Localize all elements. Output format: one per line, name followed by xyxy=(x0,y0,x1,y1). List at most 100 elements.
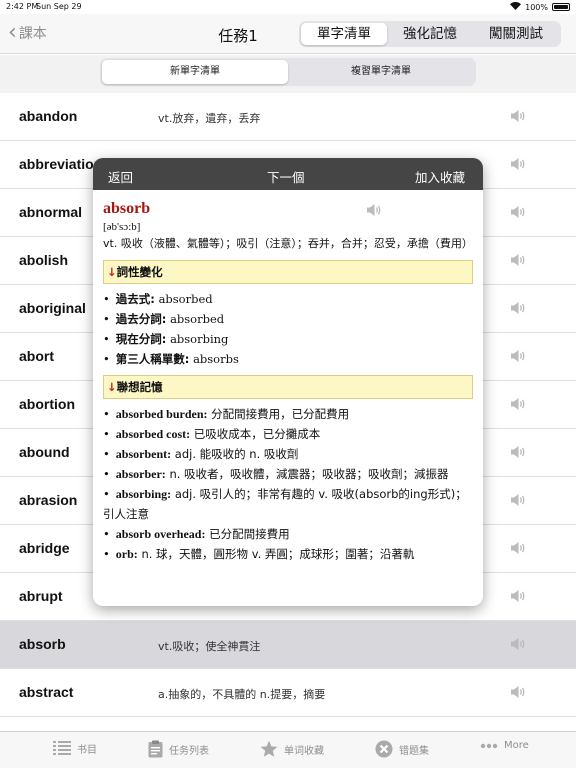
association-item: absorbed burden: 分配間接費用，已分配費用 xyxy=(103,404,473,424)
subtab-bar: 新單字清單 複習單字清單 xyxy=(0,55,576,93)
status-bar: 2:42 PM Sun Sep 29 100% xyxy=(0,0,576,14)
section-title: 聯想記憶 xyxy=(116,380,163,394)
association-term: absorbent: xyxy=(115,447,172,461)
wifi-icon xyxy=(510,2,522,12)
section-header-word-forms: ↓詞性變化 xyxy=(103,260,473,284)
association-term: absorber: xyxy=(115,467,166,481)
segment-new-words[interactable]: 新單字清單 xyxy=(102,60,288,84)
form-value: absorbs xyxy=(193,352,239,366)
speaker-icon[interactable] xyxy=(509,300,527,316)
word-definition: vt.吸收；使全神貫注 xyxy=(158,640,261,653)
battery-percent: 100% xyxy=(525,2,548,12)
association-item: absorbent: adj. 能吸收的 n. 吸收劑 xyxy=(103,444,473,464)
mode-segmented-control: 單字清單 強化記憶 闖關測試 xyxy=(299,21,561,47)
word-forms-list: 過去式: absorbed過去分詞: absorbed現在分詞: absorbi… xyxy=(103,289,473,369)
word-text: abolish xyxy=(19,252,69,268)
form-label: 第三人稱單數: xyxy=(115,352,190,366)
word-text: abound xyxy=(19,444,70,460)
word-text: abbreviation xyxy=(19,156,103,172)
back-label: 課本 xyxy=(18,26,47,42)
association-item: orb: n. 球，天體，圓形物 v. 弄圓；成球形；圍著；沿著軌 xyxy=(103,544,473,564)
word-text: abandon xyxy=(19,108,78,124)
tab-bar: 书目 任务列表 单词收藏 错题集 More xyxy=(0,731,576,768)
add-favorite-button[interactable]: 加入收藏 xyxy=(415,167,465,186)
tab-label: 书目 xyxy=(77,744,97,756)
speaker-icon[interactable] xyxy=(509,348,527,364)
tab-word-favorites[interactable]: 单词收藏 xyxy=(260,740,324,758)
tab-mistakes[interactable]: 错题集 xyxy=(375,740,429,758)
popup-toolbar: 返回 下一個 加入收藏 xyxy=(93,158,483,190)
word-form-item: 過去式: absorbed xyxy=(103,289,473,309)
association-term: absorbed burden: xyxy=(115,407,208,421)
speaker-icon[interactable] xyxy=(509,396,527,412)
status-date: Sun Sep 29 xyxy=(36,2,82,11)
segment-word-list[interactable]: 單字清單 xyxy=(301,23,387,45)
list-type-segmented-control: 新單字清單 複習單字清單 xyxy=(100,58,476,86)
page-title: 任務1 xyxy=(218,27,258,45)
word-form-item: 過去分詞: absorbed xyxy=(103,309,473,329)
speaker-icon[interactable] xyxy=(509,156,527,172)
speaker-icon[interactable] xyxy=(509,108,527,124)
word-definition: vt.放弃，遺弃，丢弃 xyxy=(158,112,261,125)
form-label: 過去式: xyxy=(115,292,155,306)
segment-reinforce-memory[interactable]: 強化記憶 xyxy=(387,23,473,45)
definition: vt. 吸收（液體、氣體等）；吸引（注意）；吞并，合并；忍受，承擔（費用） xyxy=(103,237,473,250)
association-item: absorber: n. 吸收者，吸收體，減震器；吸收器；吸收劑；減振器 xyxy=(103,464,473,484)
word-form-item: 現在分詞: absorbing xyxy=(103,329,473,349)
speaker-icon[interactable] xyxy=(365,202,383,218)
segment-challenge-test[interactable]: 闖關測試 xyxy=(473,23,559,45)
speaker-icon[interactable] xyxy=(509,252,527,268)
association-text: 分配間接費用，已分配費用 xyxy=(211,407,350,421)
speaker-icon[interactable] xyxy=(509,636,527,652)
speaker-icon[interactable] xyxy=(509,204,527,220)
battery-icon xyxy=(552,3,570,11)
word-row[interactable]: abstract a.抽象的，不具體的 n.提要，摘要 xyxy=(0,669,576,717)
word-row[interactable]: absorb vt.吸收；使全神貫注 xyxy=(0,621,576,669)
association-term: absorbing: xyxy=(115,487,172,501)
word-form-item: 第三人稱單數: absorbs xyxy=(103,349,473,369)
form-value: absorbed xyxy=(170,312,225,326)
segment-review-words[interactable]: 複習單字清單 xyxy=(288,60,474,84)
speaker-icon[interactable] xyxy=(509,684,527,700)
chevron-left-icon: ‹ xyxy=(8,20,17,45)
word-text: abrupt xyxy=(19,588,63,604)
speaker-icon[interactable] xyxy=(509,588,527,604)
section-title: 詞性變化 xyxy=(116,265,163,279)
word-row[interactable]: abandon vt.放弃，遺弃，丢弃 xyxy=(0,93,576,141)
phonetic: [əb'sɔ:b] xyxy=(103,221,141,233)
tab-more[interactable]: More xyxy=(480,740,529,751)
association-text: 已吸收成本，已分攤成本 xyxy=(193,427,321,441)
tab-task-list[interactable]: 任务列表 xyxy=(148,740,209,758)
back-button[interactable]: ‹ 課本 xyxy=(8,20,47,45)
word-text: abortion xyxy=(19,396,75,412)
association-text: n. 球，天體，圓形物 v. 弄圓；成球形；圍著；沿著軌 xyxy=(141,547,415,561)
association-list: absorbed burden: 分配間接費用，已分配費用absorbed co… xyxy=(103,404,473,564)
word-text: abnormal xyxy=(19,204,83,220)
association-text: 已分配間接費用 xyxy=(209,527,290,541)
tab-book-list[interactable]: 书目 xyxy=(53,740,97,756)
speaker-icon[interactable] xyxy=(509,540,527,556)
navigation-bar: ‹ 課本 任務1 單字清單 強化記憶 闖關測試 xyxy=(0,14,576,54)
popup-back-button[interactable]: 返回 xyxy=(108,167,133,186)
form-label: 現在分詞: xyxy=(115,332,167,346)
tab-label: 单词收藏 xyxy=(284,745,324,757)
association-text: n. 吸收者，吸收體，減震器；吸收器；吸收劑；減振器 xyxy=(169,467,449,481)
association-text: adj. 能吸收的 n. 吸收劑 xyxy=(174,447,299,461)
x-circle-icon xyxy=(375,740,393,758)
star-icon xyxy=(260,740,278,757)
popup-next-button[interactable]: 下一個 xyxy=(267,167,305,186)
section-header-associations: ↓聯想記憶 xyxy=(103,375,473,399)
word-text: abrasion xyxy=(19,492,78,508)
word-text: abstract xyxy=(19,684,74,700)
clipboard-icon xyxy=(148,740,163,758)
speaker-icon[interactable] xyxy=(509,492,527,508)
popup-content: absorb [əb'sɔ:b] vt. 吸收（液體、氣體等）；吸引（注意）；吞… xyxy=(93,190,483,606)
form-value: absorbed xyxy=(158,292,213,306)
tab-label: 任务列表 xyxy=(169,745,209,757)
down-arrow-icon: ↓ xyxy=(107,265,117,279)
speaker-icon[interactable] xyxy=(509,444,527,460)
tab-label: More xyxy=(504,740,529,751)
word-detail-popup: 返回 下一個 加入收藏 absorb [əb'sɔ:b] vt. 吸收（液體、氣… xyxy=(93,158,483,606)
word-text: abort xyxy=(19,348,54,364)
word-text: aboriginal xyxy=(19,300,86,316)
